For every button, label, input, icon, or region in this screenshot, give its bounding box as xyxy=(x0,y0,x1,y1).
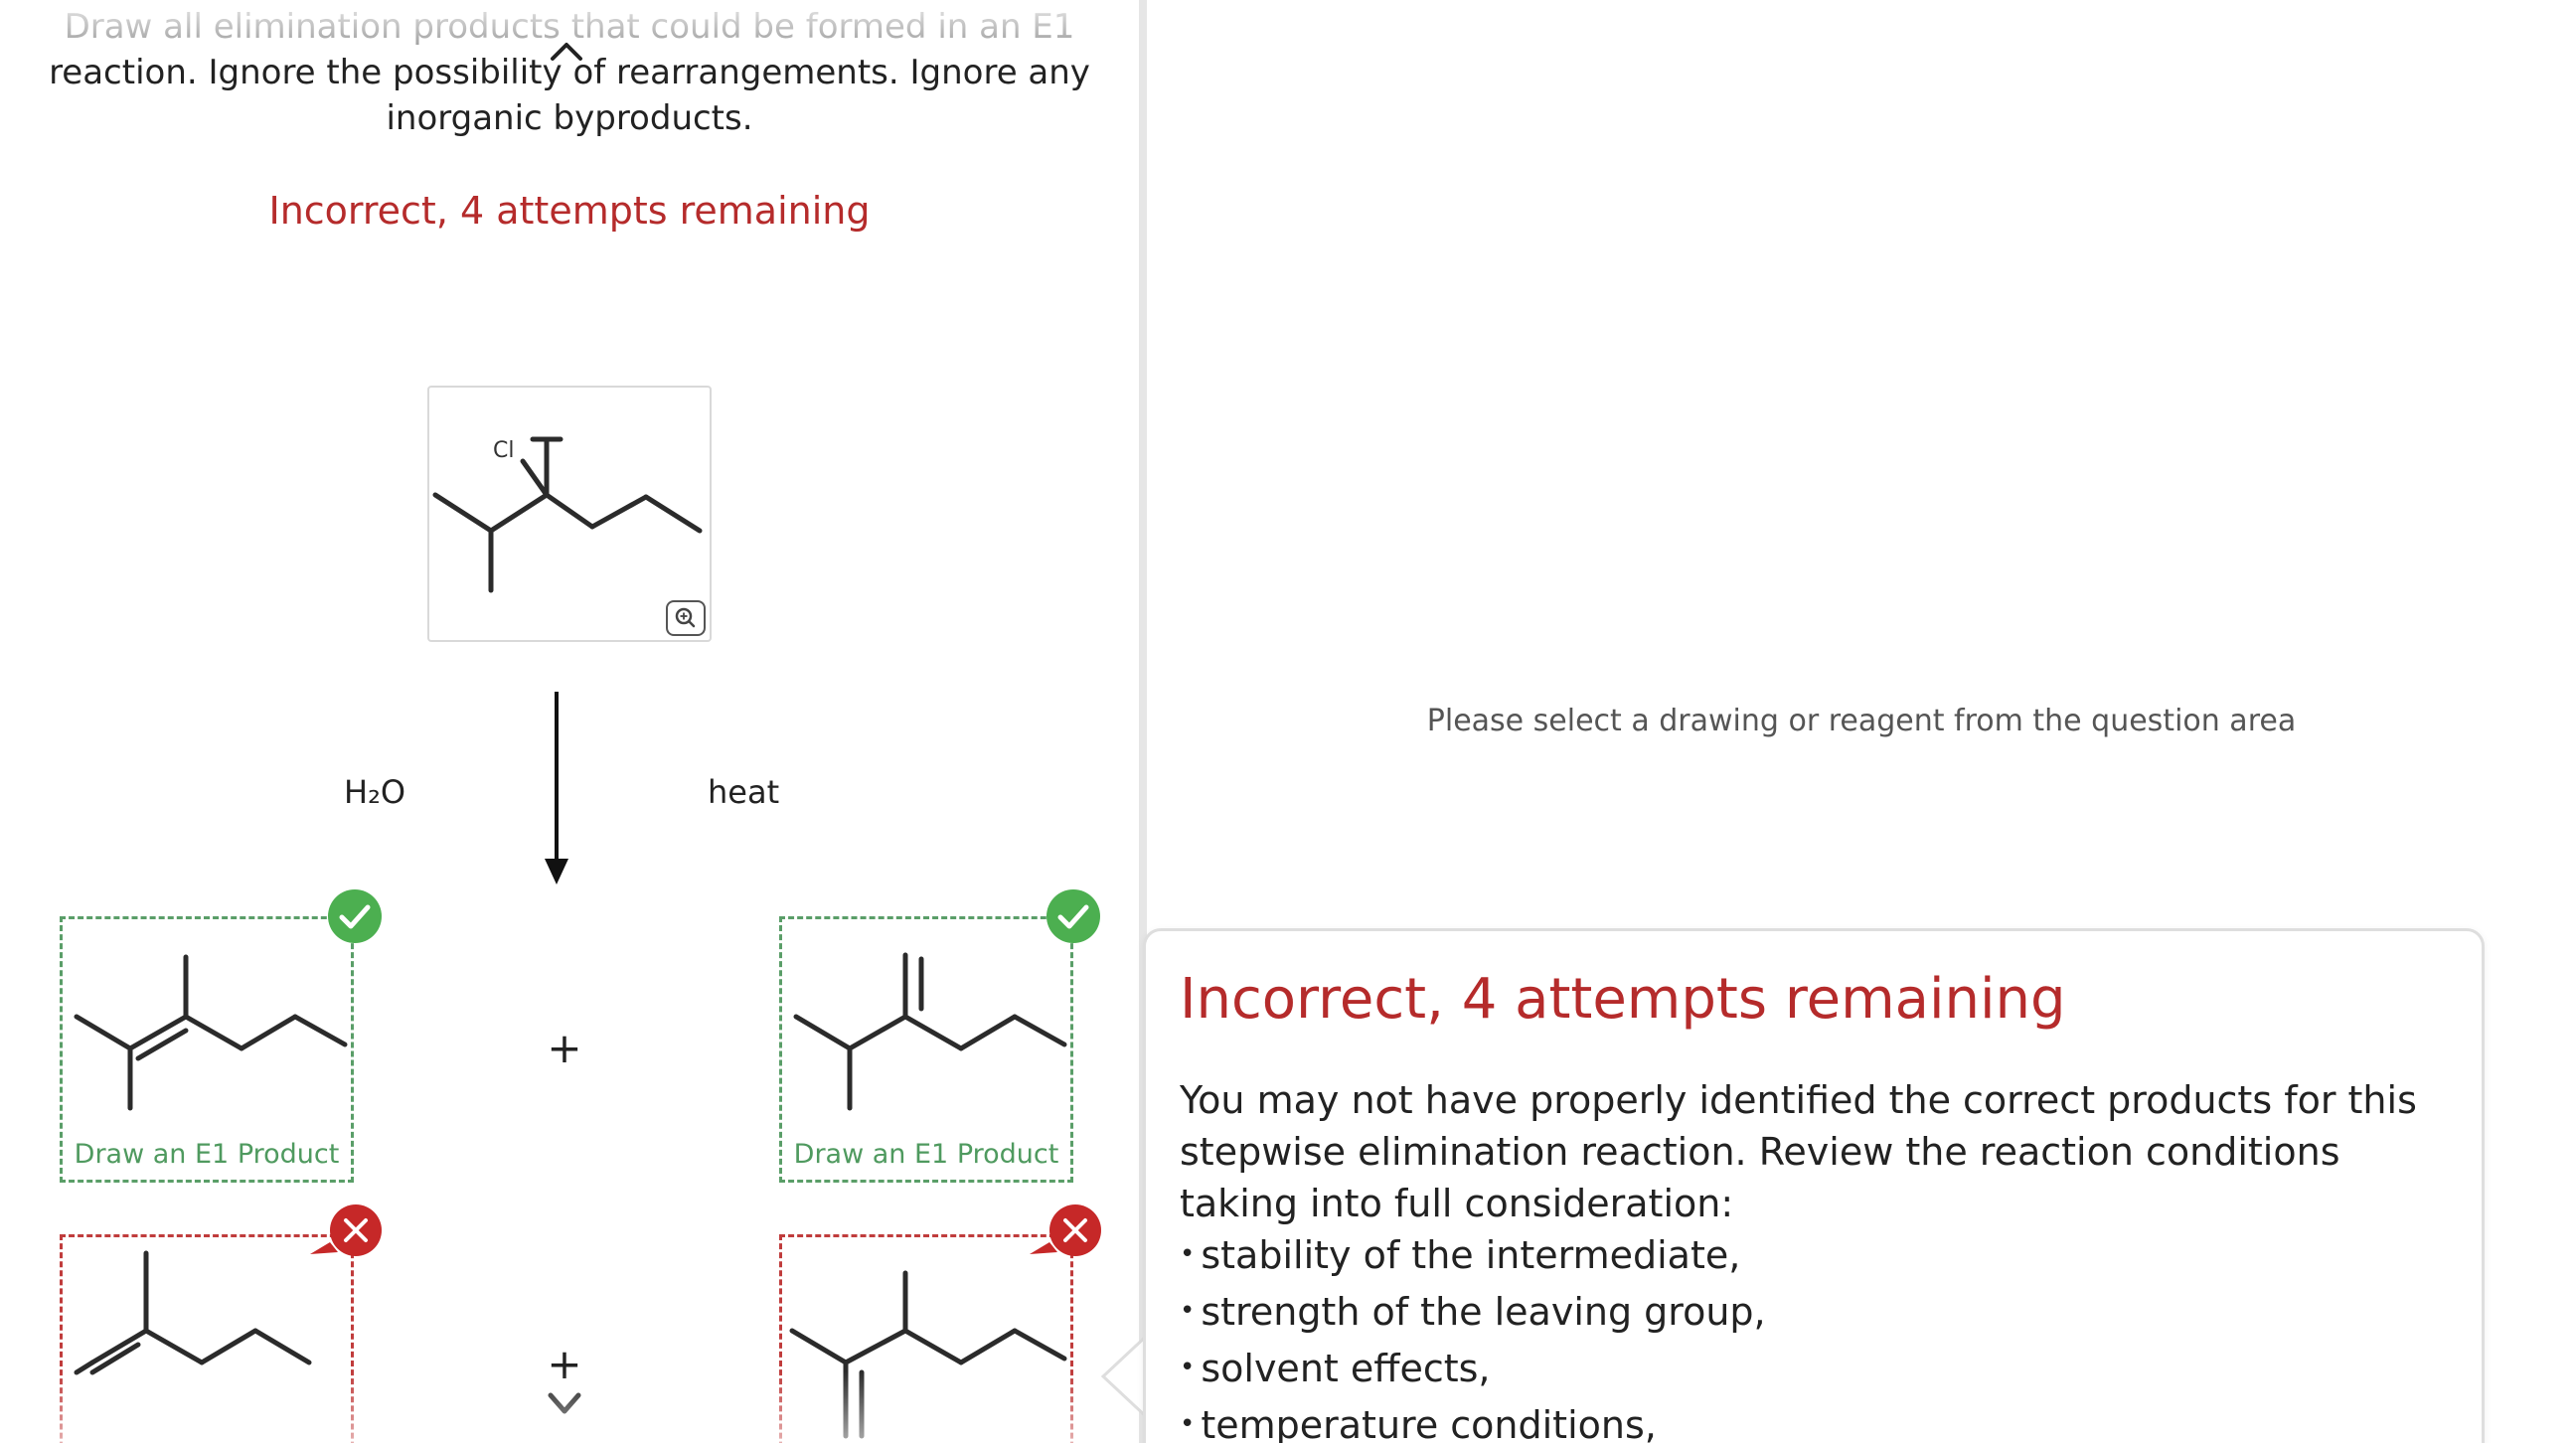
zoom-button[interactable] xyxy=(666,600,706,636)
checkmark-icon xyxy=(1046,889,1100,943)
x-mark-icon xyxy=(1030,1204,1101,1256)
feedback-list-item: stability of the intermediate, xyxy=(1180,1229,2452,1286)
product-box-3[interactable] xyxy=(60,1234,354,1443)
question-pane: Draw all elimination products that could… xyxy=(0,0,1139,1443)
attempt-status: Incorrect, 4 attempts remaining xyxy=(268,189,871,233)
workspace-hint: Please select a drawing or reagent from … xyxy=(1426,704,2297,738)
product-structure-4 xyxy=(789,1270,1067,1439)
plus-sign-1: + xyxy=(547,1024,582,1072)
chevron-up-icon[interactable] xyxy=(549,40,584,62)
chevron-down-icon[interactable] xyxy=(545,1389,584,1419)
feedback-list: stability of the intermediate, strength … xyxy=(1180,1229,2452,1443)
checkmark-icon xyxy=(328,889,382,943)
feedback-message: You may not have properly identified the… xyxy=(1180,1078,2417,1225)
feedback-title: Incorrect, 4 attempts remaining xyxy=(1180,967,2066,1032)
feedback-panel: Incorrect, 4 attempts remaining You may … xyxy=(1143,928,2485,1443)
question-text-line-3: inorganic byproducts. xyxy=(386,98,753,138)
product-box-2[interactable]: Draw an E1 Product xyxy=(779,916,1073,1183)
reagent-water[interactable]: H₂O xyxy=(344,773,405,811)
feedback-list-item: temperature conditions, xyxy=(1180,1399,2452,1443)
plus-sign-2: + xyxy=(547,1340,582,1388)
product-label-1: Draw an E1 Product xyxy=(74,1139,340,1170)
feedback-pointer xyxy=(1100,1332,1149,1421)
reagent-heat[interactable]: heat xyxy=(708,773,779,811)
product-structure-3 xyxy=(74,1250,312,1375)
x-mark-icon xyxy=(310,1204,382,1256)
feedback-list-item: solvent effects, xyxy=(1180,1343,2452,1399)
reaction-arrow xyxy=(545,692,568,884)
magnifier-icon xyxy=(675,607,696,628)
product-label-2: Draw an E1 Product xyxy=(793,1139,1059,1170)
product-box-1[interactable]: Draw an E1 Product xyxy=(60,916,354,1183)
product-box-4[interactable] xyxy=(779,1234,1073,1443)
chlorine-label: Cl xyxy=(493,438,514,463)
feedback-list-item: strength of the leaving group, xyxy=(1180,1286,2452,1343)
feedback-body: You may not have properly identified the… xyxy=(1180,1074,2452,1443)
app-root: Draw all elimination products that could… xyxy=(0,0,2576,1443)
